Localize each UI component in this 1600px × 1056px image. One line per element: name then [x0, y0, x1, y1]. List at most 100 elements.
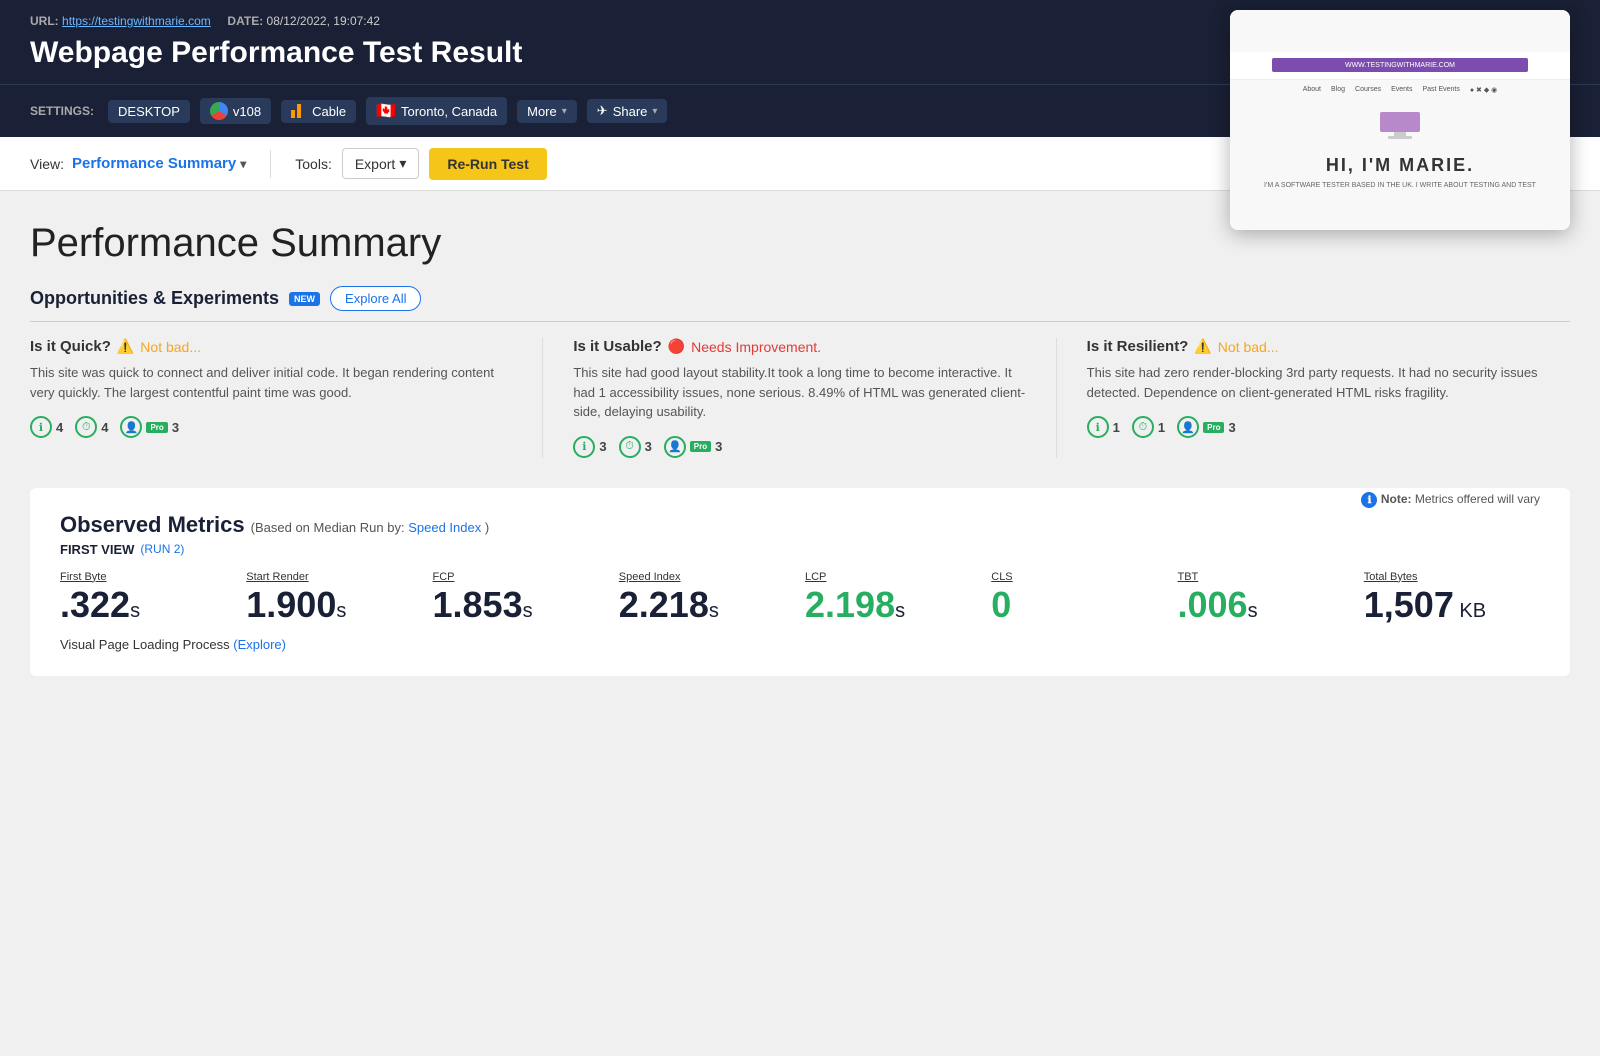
- first-byte-number: .322: [60, 584, 130, 625]
- nav-blog: Blog: [1331, 86, 1345, 94]
- toolbar-divider: [270, 150, 271, 178]
- view-selector[interactable]: Performance Summary ▾: [72, 155, 246, 172]
- rerun-button[interactable]: Re-Run Test: [429, 148, 546, 180]
- share-icon: ✈: [597, 103, 608, 119]
- screenshot-thumbnail: WWW.TESTINGWITHMARIE.COM About Blog Cour…: [1230, 10, 1570, 230]
- usable-status: Needs Improvement.: [691, 339, 821, 355]
- resilient-metrics: ℹ 1 ⏱ 1 👤 Pro 3: [1087, 416, 1540, 438]
- speed-index-value: 2.218s: [619, 587, 795, 623]
- screenshot-inner: WWW.TESTINGWITHMARIE.COM About Blog Cour…: [1230, 10, 1570, 230]
- usable-title: Is it Usable?: [573, 338, 661, 355]
- screenshot-hero-text: HI, I'M MARIE.: [1326, 155, 1474, 176]
- resilient-status: Not bad...: [1218, 339, 1279, 355]
- tools-label: Tools:: [295, 156, 332, 172]
- opp-title: Opportunities & Experiments: [30, 288, 279, 309]
- usable-person-icon: 👤: [664, 436, 686, 458]
- obs-subtitle-text: (Based on Median Run by:: [251, 520, 405, 535]
- metric-speed-index: Speed Index 2.218s: [619, 571, 795, 623]
- connection-icon: [291, 104, 307, 118]
- settings-share[interactable]: ✈ Share ▾: [587, 99, 668, 123]
- resilient-metric-3-count: 3: [1228, 420, 1235, 435]
- settings-location[interactable]: 🇨🇦 Toronto, Canada: [366, 97, 507, 125]
- quick-status-icon: ⚠️: [117, 338, 134, 355]
- resilient-body: This site had zero render-blocking 3rd p…: [1087, 363, 1540, 402]
- usable-body: This site had good layout stability.It t…: [573, 363, 1025, 422]
- obs-subtitle-end: ): [485, 520, 489, 535]
- quick-metric-2-count: 4: [101, 420, 108, 435]
- three-cols: Is it Quick? ⚠️ Not bad... This site was…: [30, 338, 1570, 458]
- usable-metric-3-count: 3: [715, 439, 722, 454]
- usable-metric-1: ℹ 3: [573, 436, 606, 458]
- quick-pro-badge: Pro: [146, 422, 167, 433]
- quick-metrics: ℹ 4 ⏱ 4 👤 Pro 3: [30, 416, 512, 438]
- metric-cls: CLS 0: [991, 571, 1167, 623]
- usable-metric-1-count: 3: [599, 439, 606, 454]
- metric-total-bytes: Total Bytes 1,507 KB: [1364, 571, 1540, 623]
- toolbar-view: View: Performance Summary ▾: [30, 155, 246, 172]
- speed-index-label: Speed Index: [619, 571, 795, 583]
- more-label: More: [527, 104, 557, 119]
- speed-index-link[interactable]: Speed Index: [408, 520, 481, 535]
- settings-browser[interactable]: v108: [200, 98, 271, 124]
- opp-header: Opportunities & Experiments NEW Explore …: [30, 286, 1570, 311]
- metric-lcp: LCP 2.198s: [805, 571, 981, 623]
- first-view-row: FIRST VIEW (RUN 2): [60, 542, 1540, 557]
- settings-desktop[interactable]: DESKTOP: [108, 100, 190, 123]
- nav-about: About: [1303, 86, 1321, 94]
- resilient-timer-icon: ⏱: [1132, 416, 1154, 438]
- quick-metric-2: ⏱ 4: [75, 416, 108, 438]
- fcp-number: 1.853: [433, 584, 523, 625]
- explore-link[interactable]: (Explore): [233, 637, 286, 652]
- toolbar-tools: Tools: Export ▾ Re-Run Test: [295, 148, 547, 180]
- quick-column: Is it Quick? ⚠️ Not bad... This site was…: [30, 338, 543, 458]
- nav-past-events: Past Events: [1423, 86, 1460, 94]
- usable-timer-icon: ⏱: [619, 436, 641, 458]
- start-render-unit: s: [336, 600, 346, 622]
- metric-start-render: Start Render 1.900s: [246, 571, 422, 623]
- url-link[interactable]: https://testingwithmarie.com: [62, 14, 211, 28]
- screenshot-site-url: WWW.TESTINGWITHMARIE.COM: [1345, 62, 1455, 69]
- resilient-info-icon: ℹ: [1087, 416, 1109, 438]
- header: URL: https://testingwithmarie.com DATE: …: [0, 0, 1600, 137]
- obs-subtitle: (Based on Median Run by: Speed Index ): [251, 520, 490, 535]
- usable-status-icon: 🔴: [668, 338, 685, 355]
- export-label: Export: [355, 156, 395, 172]
- settings-more[interactable]: More ▾: [517, 100, 577, 123]
- note-label: Note:: [1381, 492, 1412, 506]
- screenshot-sub-text: I'M A SOFTWARE TESTER BASED IN THE UK. I…: [1264, 182, 1536, 189]
- start-render-value: 1.900s: [246, 587, 422, 623]
- more-chevron-icon: ▾: [562, 106, 567, 117]
- url-label: URL:: [30, 14, 59, 28]
- view-label: View:: [30, 156, 64, 172]
- total-bytes-number: 1,507: [1364, 584, 1454, 625]
- nav-courses: Courses: [1355, 86, 1381, 94]
- explore-all-button[interactable]: Explore All: [330, 286, 421, 311]
- lcp-value: 2.198s: [805, 587, 981, 623]
- first-view-label: FIRST VIEW: [60, 542, 134, 557]
- usable-header: Is it Usable? 🔴 Needs Improvement.: [573, 338, 1025, 355]
- date-label: DATE:: [227, 14, 263, 28]
- fcp-value: 1.853s: [433, 587, 609, 623]
- opp-divider: [30, 321, 1570, 322]
- quick-info-icon: ℹ: [30, 416, 52, 438]
- resilient-title: Is it Resilient?: [1087, 338, 1189, 355]
- view-chevron-icon: ▾: [240, 157, 246, 171]
- settings-connection[interactable]: Cable: [281, 100, 356, 123]
- quick-metric-1: ℹ 4: [30, 416, 63, 438]
- flag-icon: 🇨🇦: [376, 101, 396, 121]
- cls-value: 0: [991, 587, 1167, 623]
- run2-link[interactable]: (RUN 2): [140, 542, 184, 556]
- quick-body: This site was quick to connect and deliv…: [30, 363, 512, 402]
- rerun-label: Re-Run Test: [447, 156, 528, 172]
- usable-metrics: ℹ 3 ⏱ 3 👤 Pro 3: [573, 436, 1025, 458]
- export-button[interactable]: Export ▾: [342, 148, 420, 179]
- usable-metric-2: ⏱ 3: [619, 436, 652, 458]
- note-text: Metrics offered will vary: [1415, 492, 1540, 506]
- screenshot-nav: WWW.TESTINGWITHMARIE.COM: [1230, 52, 1570, 80]
- tbt-unit: s: [1248, 600, 1258, 622]
- quick-title: Is it Quick?: [30, 338, 111, 355]
- tbt-number: .006: [1178, 584, 1248, 625]
- metric-fcp: FCP 1.853s: [433, 571, 609, 623]
- obs-title: Observed Metrics: [60, 512, 245, 538]
- obs-header: Observed Metrics (Based on Median Run by…: [60, 512, 489, 538]
